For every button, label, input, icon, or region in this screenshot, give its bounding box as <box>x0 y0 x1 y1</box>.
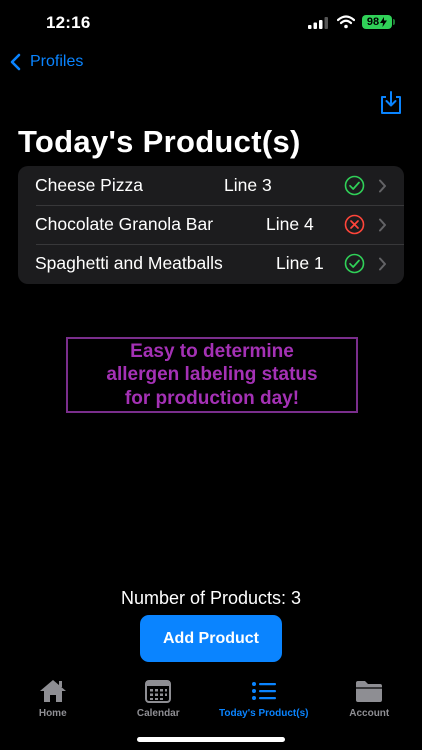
battery-level: 98 <box>366 16 380 28</box>
list-icon <box>251 682 276 700</box>
product-name: Cheese Pizza <box>35 175 143 195</box>
house-icon <box>39 680 66 702</box>
add-product-button[interactable]: Add Product <box>140 615 282 662</box>
tab-account[interactable]: Account <box>317 674 422 724</box>
chevron-right-icon <box>379 257 386 271</box>
product-name: Chocolate Granola Bar <box>35 214 214 234</box>
product-row-spaghetti-and-meatballs[interactable]: Spaghetti and Meatballs Line 1 <box>18 244 404 283</box>
tab-label: Today's Product(s) <box>219 708 309 719</box>
battery-indicator: 98 <box>362 15 392 29</box>
folder-icon <box>356 681 383 702</box>
page-title: Today's Product(s) <box>18 124 301 159</box>
check-circle-icon <box>344 253 365 274</box>
tab-label: Home <box>38 708 67 719</box>
home-indicator <box>137 737 285 742</box>
callout-line: allergen labeling status <box>106 364 318 386</box>
tab-todays-products[interactable]: Today's Product(s) <box>211 674 317 724</box>
cellular-signal-icon <box>308 17 328 29</box>
product-count: Number of Products: 3 <box>120 588 302 608</box>
charging-bolt-icon <box>380 17 388 27</box>
x-circle-icon <box>344 214 365 235</box>
product-line: Line 4 <box>266 214 314 234</box>
calendar-icon <box>145 680 172 703</box>
chevron-left-icon <box>10 53 21 71</box>
chevron-right-icon <box>379 218 386 232</box>
status-bar: 12:16 98 <box>0 0 422 46</box>
back-button-label: Profiles <box>30 53 84 70</box>
product-row-chocolate-granola-bar[interactable]: Chocolate Granola Bar Line 4 <box>18 205 404 244</box>
product-name: Spaghetti and Meatballs <box>35 253 223 273</box>
tab-bar: Home Calendar Today's Product(s) Account <box>0 674 422 724</box>
back-button[interactable]: Profiles <box>8 50 83 74</box>
tab-label: Account <box>349 708 390 719</box>
product-line: Line 3 <box>224 175 272 195</box>
product-line: Line 1 <box>276 253 324 273</box>
callout-line: for production day! <box>124 387 300 409</box>
status-time: 12:16 <box>46 13 91 32</box>
check-circle-icon <box>344 175 365 196</box>
battery-tip <box>393 19 395 25</box>
wifi-icon <box>337 15 355 29</box>
product-row-cheese-pizza[interactable]: Cheese Pizza Line 3 <box>18 166 404 205</box>
callout-line: Easy to determine <box>130 340 294 362</box>
tab-label: Calendar <box>136 708 180 719</box>
product-list: Cheese Pizza Line 3 Chocolate Granola Ba… <box>18 166 404 284</box>
tab-calendar[interactable]: Calendar <box>106 674 212 724</box>
export-icon[interactable] <box>378 90 404 116</box>
promo-callout: Easy to determine allergen labeling stat… <box>66 337 358 413</box>
tab-home[interactable]: Home <box>0 674 106 724</box>
chevron-right-icon <box>379 179 386 193</box>
